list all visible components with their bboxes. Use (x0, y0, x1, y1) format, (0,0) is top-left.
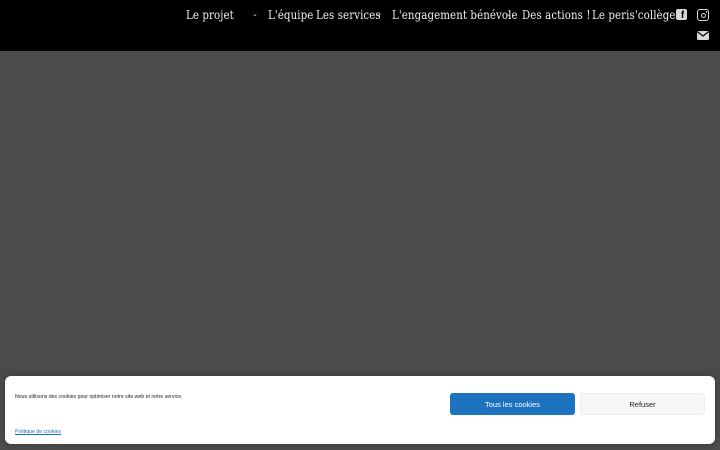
accept-all-cookies-button[interactable]: Tous les cookies (450, 393, 575, 415)
nav-label: Le projet (186, 6, 234, 22)
cookie-message: Nous utilisons des cookies pour optimise… (15, 394, 183, 400)
facebook-glyph: f (680, 10, 685, 21)
refuse-cookies-button[interactable]: Refuser (580, 393, 705, 415)
site-header: Le projet ⌄ L'équipe Les services ⌄ L'en… (0, 0, 720, 51)
nav-item-des-actions[interactable]: Des actions ! (522, 3, 592, 25)
nav-label: Le peris'collège (592, 6, 676, 22)
nav-label: Les services (316, 6, 381, 22)
facebook-icon[interactable]: f (676, 9, 687, 21)
instagram-dot (705, 11, 707, 13)
envelope-icon[interactable] (697, 31, 709, 40)
nav-item-le-projet[interactable]: Le projet (186, 3, 252, 25)
chevron-down-icon[interactable]: ⌄ (252, 10, 268, 18)
cookie-banner: Nous utilisons des cookies pour optimise… (5, 376, 715, 444)
instagram-icon[interactable] (697, 9, 709, 21)
main-nav: Le projet ⌄ L'équipe Les services ⌄ L'en… (186, 3, 675, 25)
instagram-lens (700, 12, 706, 18)
nav-item-les-services[interactable]: Les services (316, 3, 381, 25)
nav-item-engagement-benevole[interactable]: L'engagement bénévole (392, 3, 518, 25)
envelope-flap (697, 31, 709, 37)
nav-label: L'engagement bénévole (392, 6, 518, 22)
cookie-policy-link[interactable]: Politique de cookies (15, 429, 61, 435)
nav-label: L'équipe (268, 6, 314, 22)
nav-label: Des actions ! (522, 6, 591, 22)
nav-item-l-equipe[interactable]: L'équipe (268, 3, 316, 25)
nav-item-peris-college[interactable]: Le peris'collège (592, 3, 675, 25)
